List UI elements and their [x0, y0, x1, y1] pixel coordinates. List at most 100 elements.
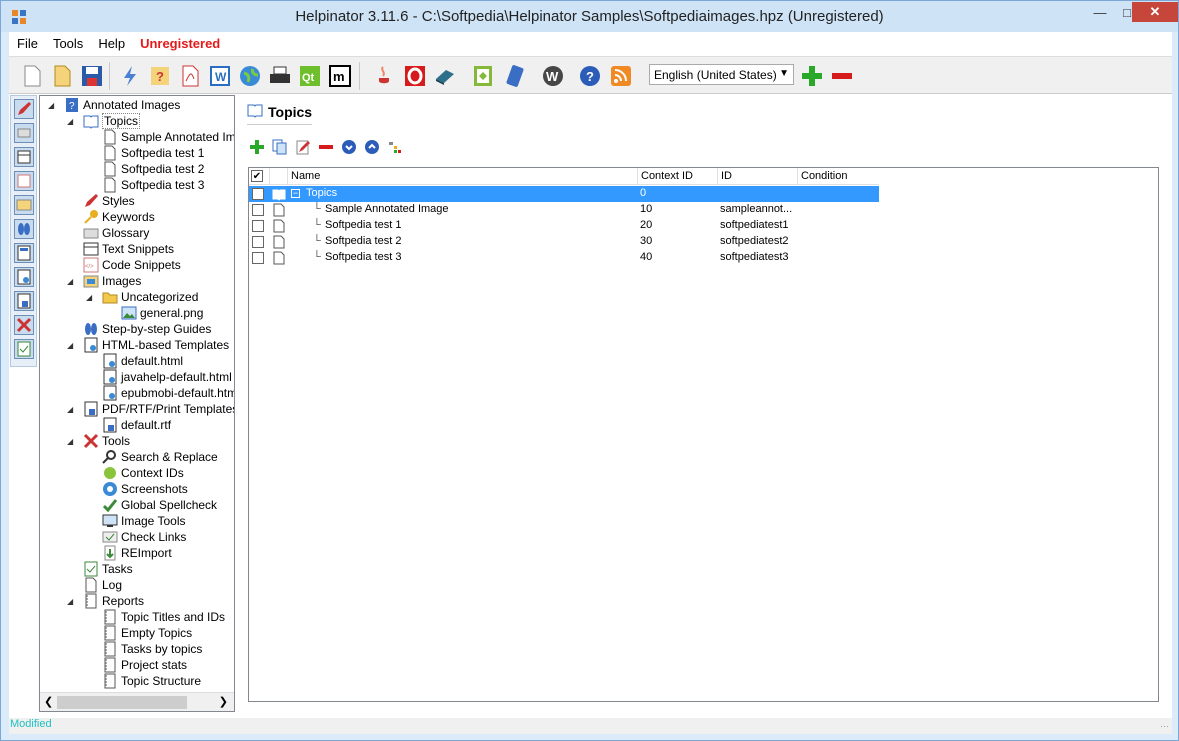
mobile-icon[interactable] [502, 63, 527, 88]
template-icon[interactable] [14, 243, 34, 263]
row-checkbox[interactable] [252, 188, 264, 200]
tree-guides[interactable]: Step-by-step Guides [83, 321, 211, 337]
move-up-icon[interactable] [362, 137, 382, 157]
tree-report-item[interactable]: Topic Structure [102, 673, 201, 689]
tree-tools[interactable]: ◢ Tools [67, 433, 130, 449]
tree-topic-item[interactable]: Softpedia test 2 [102, 161, 204, 177]
window-icon[interactable] [14, 147, 34, 167]
tree-images[interactable]: ◢ Images [67, 273, 141, 289]
rss-icon[interactable] [608, 63, 633, 88]
tree-topic-item[interactable]: Softpedia test 1 [102, 145, 204, 161]
collapse-icon[interactable]: ◢ [67, 341, 73, 350]
java-icon[interactable] [371, 63, 396, 88]
collapse-icon[interactable]: ◢ [67, 437, 73, 446]
tree-topic-item[interactable]: Softpedia test 3 [102, 177, 204, 193]
tree-topic-item[interactable]: Sample Annotated Image [102, 129, 234, 145]
tree-pdf-templates[interactable]: ◢ PDF/RTF/Print Templates [67, 401, 234, 417]
tree-tool-image-tools[interactable]: Image Tools [102, 513, 185, 529]
tree-horizontal-scrollbar[interactable]: ❮ ❯ [40, 692, 234, 711]
tree-report-item[interactable]: Topic Titles and IDs [102, 609, 225, 625]
resize-grip-icon[interactable]: ⋯ [1160, 721, 1169, 732]
tree-image-file[interactable]: general.png [121, 305, 203, 321]
snippet-icon[interactable] [14, 171, 34, 191]
row-checkbox[interactable] [252, 204, 264, 216]
scroll-right-icon[interactable]: ❯ [219, 695, 228, 708]
tree-tool-context-ids[interactable]: Context IDs [102, 465, 184, 481]
tree-tool-spellcheck[interactable]: Global Spellcheck [102, 497, 217, 513]
tree-text-snippets[interactable]: Text Snippets [83, 241, 174, 257]
tree-tool-search[interactable]: Search & Replace [102, 449, 218, 465]
markdown-icon[interactable]: m [327, 63, 352, 88]
header-checkbox[interactable]: ✔ [249, 168, 269, 185]
table-row[interactable]: └ Sample Annotated Image 10 sampleannot.… [249, 202, 879, 218]
ebook-icon[interactable] [432, 63, 457, 88]
header-context-id[interactable]: Context ID [637, 168, 717, 185]
collapse-icon[interactable]: ◢ [67, 117, 73, 126]
tree-tool-screenshots[interactable]: Screenshots [102, 481, 188, 497]
minimize-button[interactable]: — [1086, 2, 1114, 22]
tree-code-snippets[interactable]: </> Code Snippets [83, 257, 181, 273]
row-checkbox[interactable] [252, 236, 264, 248]
collapse-icon[interactable]: ◢ [67, 597, 73, 606]
html-template-icon[interactable] [14, 267, 34, 287]
tree-rtf-item[interactable]: default.rtf [102, 417, 171, 433]
print-icon[interactable] [267, 63, 292, 88]
open-file-icon[interactable] [49, 63, 74, 88]
edit-topic-icon[interactable] [293, 137, 313, 157]
web-icon[interactable] [237, 63, 262, 88]
header-condition[interactable]: Condition [797, 168, 879, 185]
keyword-icon[interactable] [14, 123, 34, 143]
menu-unregistered[interactable]: Unregistered [140, 36, 220, 51]
save-icon[interactable] [79, 63, 104, 88]
tree-log[interactable]: Log [83, 577, 122, 593]
pencil-icon[interactable] [14, 99, 34, 119]
close-button[interactable]: ✕ [1132, 2, 1178, 22]
add-language-icon[interactable] [799, 63, 824, 88]
tree-tasks[interactable]: Tasks [83, 561, 133, 577]
tree-html-item[interactable]: epubmobi-default.html [102, 385, 234, 401]
tree-uncategorized[interactable]: ◢ Uncategorized [86, 289, 198, 305]
tree-tool-check-links[interactable]: Check Links [102, 529, 186, 545]
qt-icon[interactable]: Qt [297, 63, 322, 88]
title-bar[interactable]: Helpinator 3.11.6 - C:\Softpedia\Helpina… [1, 1, 1178, 32]
table-row[interactable]: └ Softpedia test 1 20 softpediatest1 [249, 218, 879, 234]
header-name[interactable]: Name [287, 168, 639, 185]
images-icon[interactable] [14, 195, 34, 215]
tree-report-item[interactable]: Empty Topics [102, 625, 192, 641]
footsteps-icon[interactable] [14, 219, 34, 239]
menu-file[interactable]: File [17, 36, 38, 51]
copy-topic-icon[interactable] [270, 137, 290, 157]
project-tree[interactable]: ◢? Annotated Images ◢ Topics Sample Annota… [39, 95, 235, 712]
tree-report-item[interactable]: Project stats [102, 657, 187, 673]
tree-reports[interactable]: ◢ Reports [67, 593, 144, 609]
tree-glossary[interactable]: Glossary [83, 225, 149, 241]
delete-topic-icon[interactable] [316, 137, 336, 157]
move-down-icon[interactable] [339, 137, 359, 157]
add-topic-icon[interactable] [247, 137, 267, 157]
header-id[interactable]: ID [717, 168, 797, 185]
tasks-icon[interactable] [14, 339, 34, 359]
pdf-template-icon[interactable] [14, 291, 34, 311]
tree-html-item[interactable]: javahelp-default.html [102, 369, 232, 385]
topics-grid[interactable]: ✔ Name Context ID ID Condition − Topics … [248, 167, 1159, 702]
tools-icon[interactable] [14, 315, 34, 335]
collapse-icon[interactable]: ◢ [48, 101, 54, 110]
table-row[interactable]: └ Softpedia test 3 40 softpediatest3 [249, 250, 879, 266]
tree-report-item[interactable]: Tasks by topics [102, 641, 202, 657]
wizard-icon[interactable]: ? [147, 63, 172, 88]
tree-html-item[interactable]: default.html [102, 353, 183, 369]
wordpress-icon[interactable]: W [540, 63, 565, 88]
new-file-icon[interactable] [19, 63, 44, 88]
tree-root[interactable]: ◢? Annotated Images [48, 97, 180, 113]
tree-html-templates[interactable]: ◢ HTML-based Templates [67, 337, 229, 353]
collapse-icon[interactable]: − [291, 189, 300, 198]
menu-tools[interactable]: Tools [53, 36, 83, 51]
tree-tool-reimport[interactable]: REImport [102, 545, 172, 561]
table-row[interactable]: − Topics 0 [249, 186, 879, 202]
opera-icon[interactable] [402, 63, 427, 88]
lightning-icon[interactable] [117, 63, 142, 88]
structure-icon[interactable] [384, 137, 404, 157]
scroll-thumb[interactable] [57, 696, 187, 709]
tree-topics[interactable]: ◢ Topics [67, 113, 141, 129]
tree-keywords[interactable]: Keywords [83, 209, 155, 225]
